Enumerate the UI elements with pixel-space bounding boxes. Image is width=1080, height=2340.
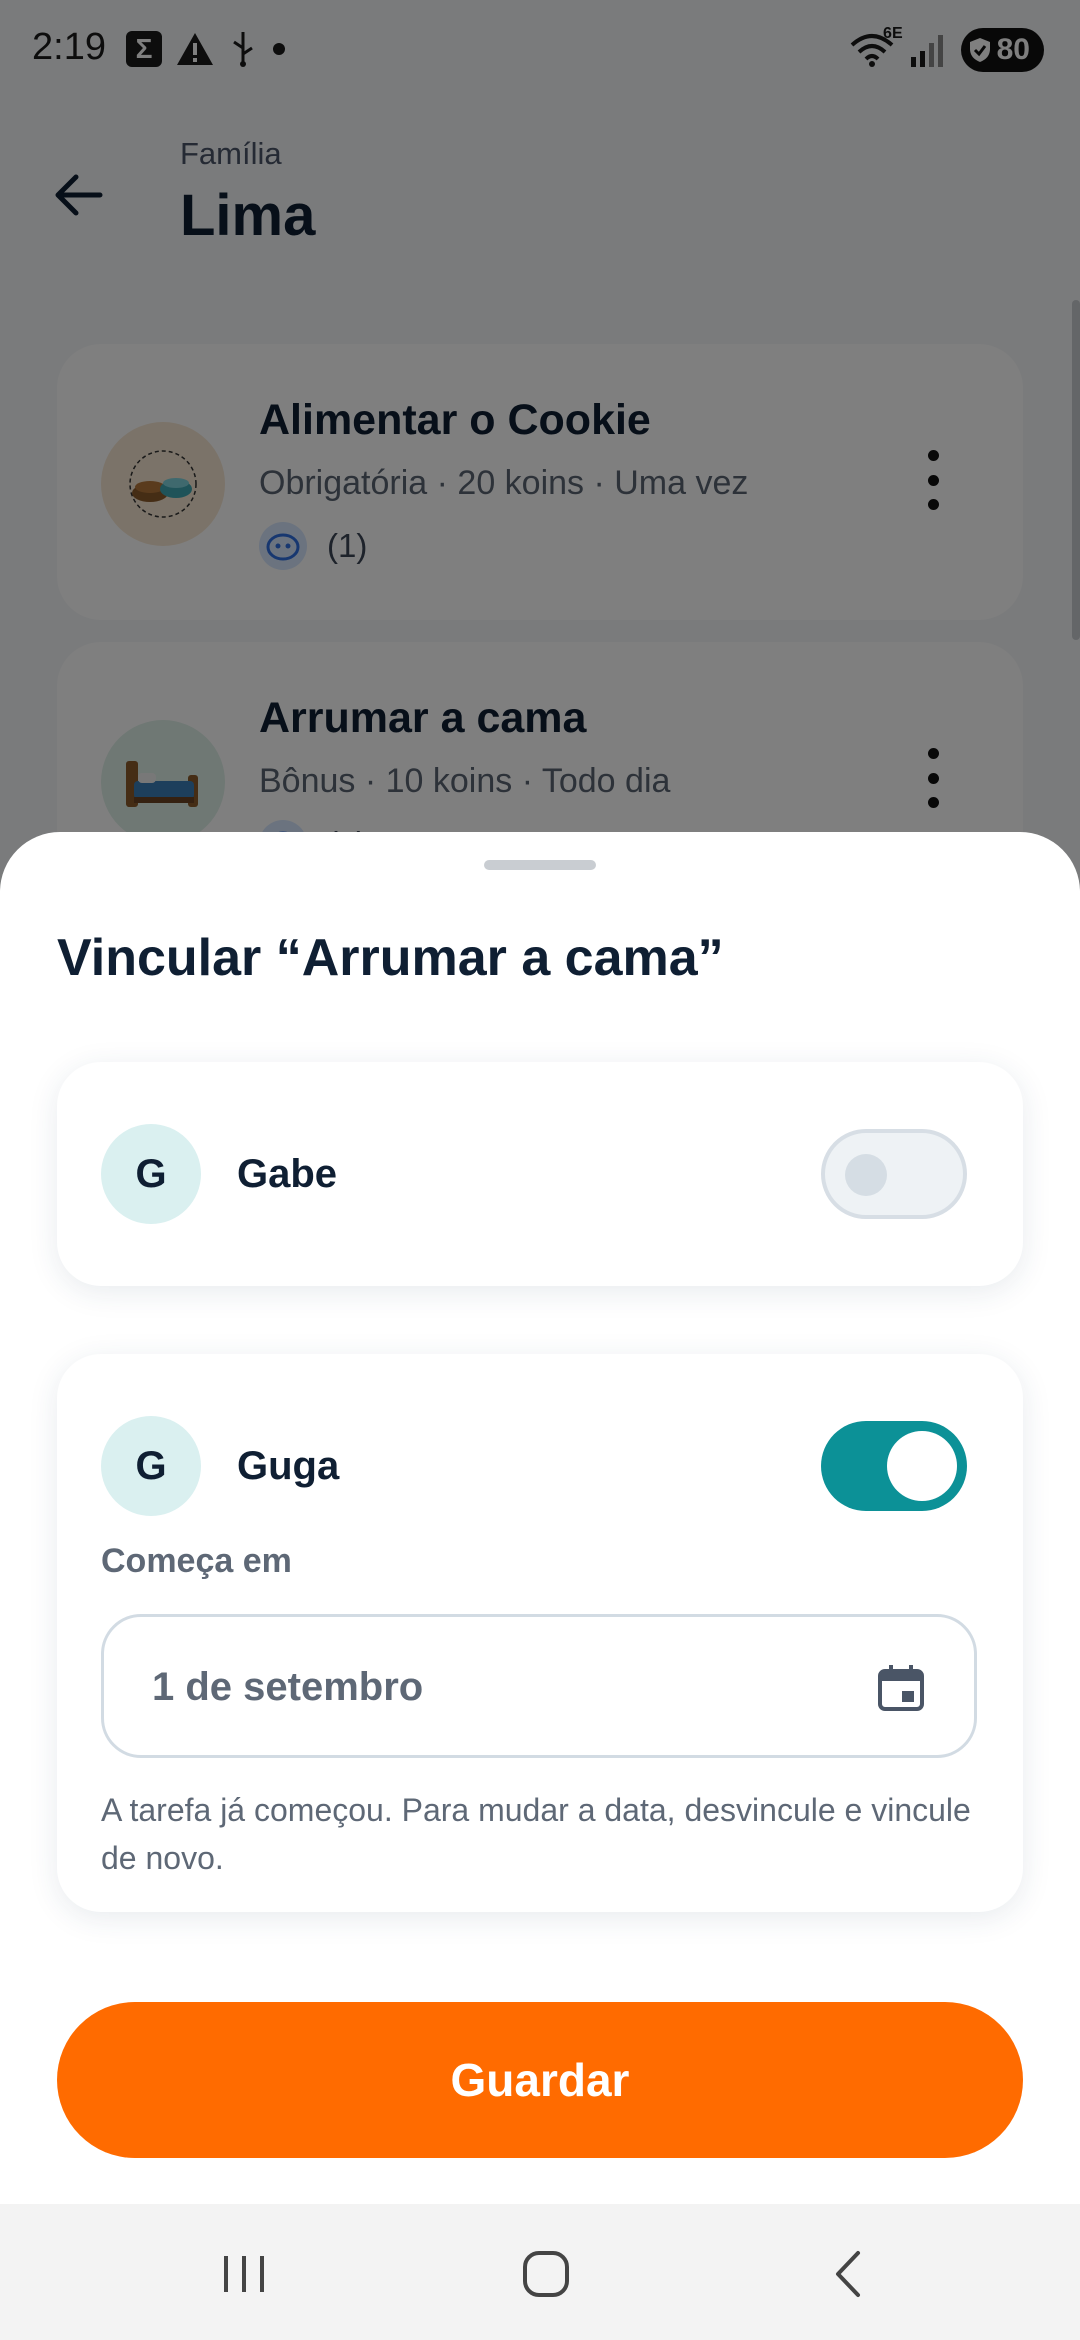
start-date-value: 1 de setembro <box>152 1665 424 1709</box>
save-button[interactable]: Guardar <box>57 2002 1023 2158</box>
start-date-field[interactable]: 1 de setembro <box>101 1614 977 1758</box>
recent-apps-icon <box>224 2256 264 2292</box>
kid-card-guga: G Guga Começa em 1 de setembro A tarefa … <box>57 1354 1023 1912</box>
link-toggle-guga[interactable] <box>821 1421 967 1511</box>
kid-name: Gabe <box>237 1152 338 1196</box>
start-date-helper-text: A tarefa já começou. Para mudar a data, … <box>101 1792 971 1876</box>
home-button[interactable] <box>506 2234 586 2314</box>
avatar: G <box>101 1124 201 1224</box>
link-toggle-gabe[interactable] <box>821 1129 967 1219</box>
chevron-left-icon <box>836 2251 860 2297</box>
sheet-drag-handle[interactable] <box>484 860 596 870</box>
recent-apps-button[interactable] <box>204 2234 284 2314</box>
kid-name: Guga <box>237 1444 340 1488</box>
start-date-label: Começa em <box>101 1542 292 1580</box>
calendar-icon[interactable] <box>876 1663 926 1713</box>
link-task-bottom-sheet: Vincular “Arrumar a cama” G Gabe G Guga … <box>0 832 1080 2204</box>
system-navigation-bar <box>0 2204 1080 2340</box>
sheet-title: Vincular “Arrumar a cama” <box>57 929 724 987</box>
avatar: G <box>101 1416 201 1516</box>
back-nav-button[interactable] <box>808 2234 888 2314</box>
kid-card-gabe: G Gabe <box>57 1062 1023 1286</box>
home-icon <box>523 2251 569 2297</box>
